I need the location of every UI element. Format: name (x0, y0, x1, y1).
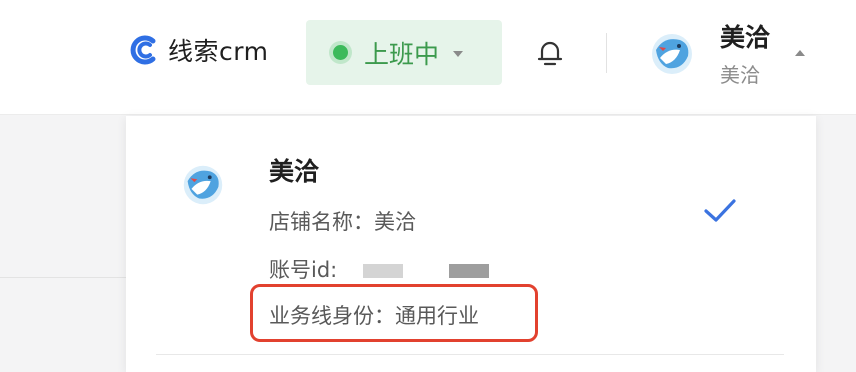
menu-divider (156, 354, 784, 355)
background-divider (0, 277, 126, 278)
user-subtitle: 美洽 (720, 63, 760, 87)
bell-icon[interactable] (533, 36, 567, 70)
work-status-dropdown[interactable]: 上班中 (306, 20, 502, 85)
brand-logo-icon (130, 35, 156, 65)
highlight-annotation-box (250, 284, 538, 342)
account-name: 美洽 (269, 157, 320, 186)
header-divider (606, 33, 607, 73)
caret-down-icon (453, 50, 464, 57)
user-name: 美洽 (720, 23, 771, 52)
redacted-block (363, 264, 404, 278)
top-bar: 线索crm 上班中 美洽 美洽 (0, 0, 856, 115)
shop-name-value: 美洽 (374, 210, 416, 234)
account-avatar-icon (183, 165, 223, 205)
brand[interactable]: 线索crm (126, 32, 268, 68)
shop-name-label: 店铺名称： (269, 210, 374, 234)
brand-name: 线索crm (168, 37, 269, 66)
account-id-row: 账号id: (269, 254, 490, 284)
caret-up-icon (795, 50, 805, 56)
redacted-block (449, 264, 490, 278)
shop-name-row: 店铺名称：美洽 (269, 206, 416, 236)
account-id-label: 账号id: (269, 258, 338, 282)
avatar-icon (652, 34, 692, 74)
work-status-label: 上班中 (364, 39, 440, 69)
checkmark-icon[interactable] (702, 196, 738, 226)
status-dot-icon (333, 45, 348, 60)
account-dropdown: 美洽 店铺名称：美洽 账号id: 业务线身份：通用行业 (126, 116, 816, 372)
user-menu-trigger[interactable]: 美洽 美洽 (646, 14, 816, 90)
